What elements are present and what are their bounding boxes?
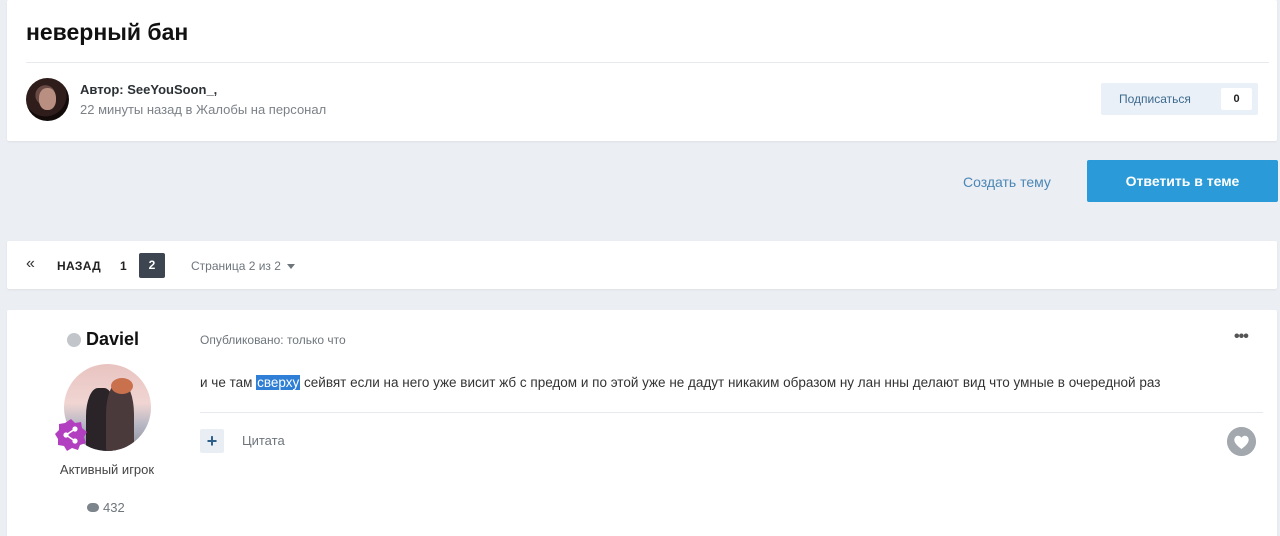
follow-count-badge: 0 (1221, 88, 1252, 110)
comment-bubble-icon (87, 503, 99, 512)
author-avatar[interactable] (26, 78, 69, 121)
post-count-value: 432 (103, 500, 125, 515)
post-author-name[interactable]: Daviel (86, 329, 139, 350)
page-link-current[interactable]: 2 (139, 253, 165, 278)
post-text: сейвят если на него уже висит жб с предо… (300, 375, 1161, 390)
page-prev-link[interactable]: НАЗАД (57, 259, 101, 273)
post-content: и че там сверху сейвят если на него уже … (200, 375, 1160, 390)
caret-down-icon (286, 264, 295, 270)
quote-button[interactable]: Цитата (242, 433, 285, 448)
page-link-1[interactable]: 1 (120, 259, 127, 273)
page-title: неверный бан (26, 19, 189, 45)
topic-meta: 22 минуты назад в Жалобы на персонал (80, 102, 327, 117)
double-chevron-left-icon[interactable]: « (26, 255, 35, 273)
post-count: 432 (87, 500, 125, 515)
more-options-icon[interactable]: ••• (1234, 328, 1249, 346)
divider (200, 412, 1263, 413)
multiquote-plus-icon[interactable]: + (200, 429, 224, 453)
selected-text: сверху (256, 375, 301, 390)
user-rank: Активный игрок (59, 462, 155, 477)
heart-icon[interactable] (1227, 427, 1256, 456)
offline-status-icon (67, 333, 81, 347)
follow-label[interactable]: Подписаться (1119, 92, 1191, 106)
divider (26, 62, 1269, 63)
create-topic-link[interactable]: Создать тему (963, 174, 1051, 190)
page-info: Страница 2 из 2 (191, 259, 281, 273)
share-nodes-icon (55, 419, 87, 451)
topic-author[interactable]: Автор: SeeYouSoon_, (80, 82, 217, 97)
topic-header: неверный бан Автор: SeeYouSoon_, 22 мину… (7, 0, 1277, 141)
pagination: « НАЗАД 1 2 Страница 2 из 2 (7, 241, 1277, 289)
follow-button[interactable]: Подписаться 0 (1101, 83, 1258, 115)
post: Daviel Активный игрок 432 Опубликовано: … (7, 310, 1277, 536)
reply-button[interactable]: Ответить в теме (1087, 160, 1278, 202)
page-jump-dropdown[interactable]: Страница 2 из 2 (191, 259, 295, 273)
post-text: и че там (200, 375, 257, 390)
post-date[interactable]: Опубликовано: только что (200, 333, 346, 347)
